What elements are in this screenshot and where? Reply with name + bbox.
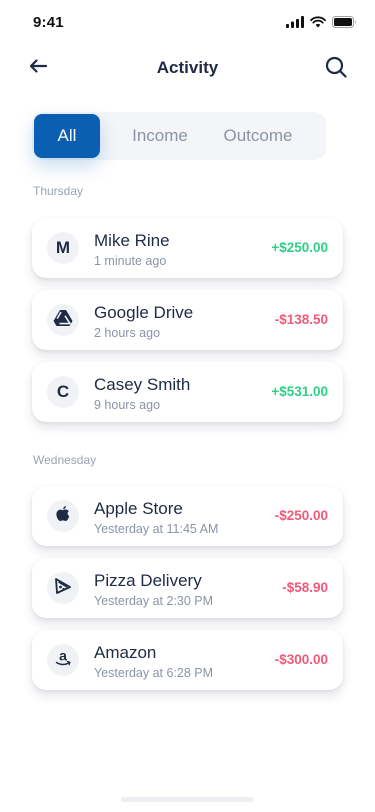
cellular-signal-icon <box>286 15 304 33</box>
tab-outcome[interactable]: Outcome <box>218 114 298 158</box>
transaction-time: 9 hours ago <box>94 398 161 412</box>
battery-icon <box>332 15 357 33</box>
transaction-row[interactable]: Apple Store Yesterday at 11:45 AM -$250.… <box>32 486 343 546</box>
transaction-amount: -$58.90 <box>282 580 328 595</box>
transaction-time: Yesterday at 2:30 PM <box>94 594 214 608</box>
transaction-amount: +$531.00 <box>271 384 328 399</box>
transaction-name: Google Drive <box>94 303 194 322</box>
transaction-name: Pizza Delivery <box>94 571 202 590</box>
home-indicator <box>121 797 254 802</box>
avatar <box>47 304 79 336</box>
search-icon <box>324 55 348 84</box>
transaction-row[interactable]: M Mike Rine 1 minute ago +$250.00 <box>32 218 343 278</box>
transaction-name: Casey Smith <box>94 375 191 394</box>
google-drive-icon <box>53 309 73 332</box>
transaction-amount: -$138.50 <box>274 312 328 327</box>
transaction-name: Amazon <box>94 643 157 662</box>
transaction-time: 1 minute ago <box>94 254 167 268</box>
transaction-row[interactable]: a Amazon Yesterday at 6:28 PM -$300.00 <box>32 630 343 690</box>
transaction-time: Yesterday at 6:28 PM <box>94 666 214 680</box>
transaction-name: Mike Rine <box>94 231 170 250</box>
svg-text:a: a <box>59 648 67 664</box>
avatar: M <box>47 232 79 264</box>
status-icons <box>286 15 357 33</box>
avatar <box>47 572 79 604</box>
avatar: C <box>47 376 79 408</box>
avatar: a <box>47 644 79 676</box>
transaction-row[interactable]: C Casey Smith 9 hours ago +$531.00 <box>32 362 343 422</box>
activity-screen: 9:41 Activity All Income Outcome Thursda… <box>0 0 375 812</box>
pizza-icon <box>54 577 72 600</box>
header: Activity <box>0 48 375 88</box>
transaction-time: 2 hours ago <box>94 326 161 340</box>
transaction-amount: -$250.00 <box>274 508 328 523</box>
transaction-time: Yesterday at 11:45 AM <box>94 522 219 536</box>
status-time: 9:41 <box>33 14 64 31</box>
tab-income[interactable]: Income <box>124 114 196 158</box>
apple-icon <box>55 505 71 528</box>
transaction-amount: -$300.00 <box>274 652 328 667</box>
section-label-thursday: Thursday <box>33 184 84 198</box>
transaction-row[interactable]: Pizza Delivery Yesterday at 2:30 PM -$58… <box>32 558 343 618</box>
transaction-amount: +$250.00 <box>271 240 328 255</box>
transaction-name: Apple Store <box>94 499 183 518</box>
wifi-icon <box>310 15 326 33</box>
amazon-icon: a <box>53 647 73 673</box>
tab-all[interactable]: All <box>34 114 100 158</box>
filter-tabs: All Income Outcome <box>32 112 326 160</box>
search-button[interactable] <box>323 56 349 82</box>
page-title: Activity <box>156 58 219 77</box>
transaction-row[interactable]: Google Drive 2 hours ago -$138.50 <box>32 290 343 350</box>
avatar <box>47 500 79 532</box>
status-bar: 9:41 <box>0 0 375 44</box>
section-label-wednesday: Wednesday <box>33 453 97 467</box>
